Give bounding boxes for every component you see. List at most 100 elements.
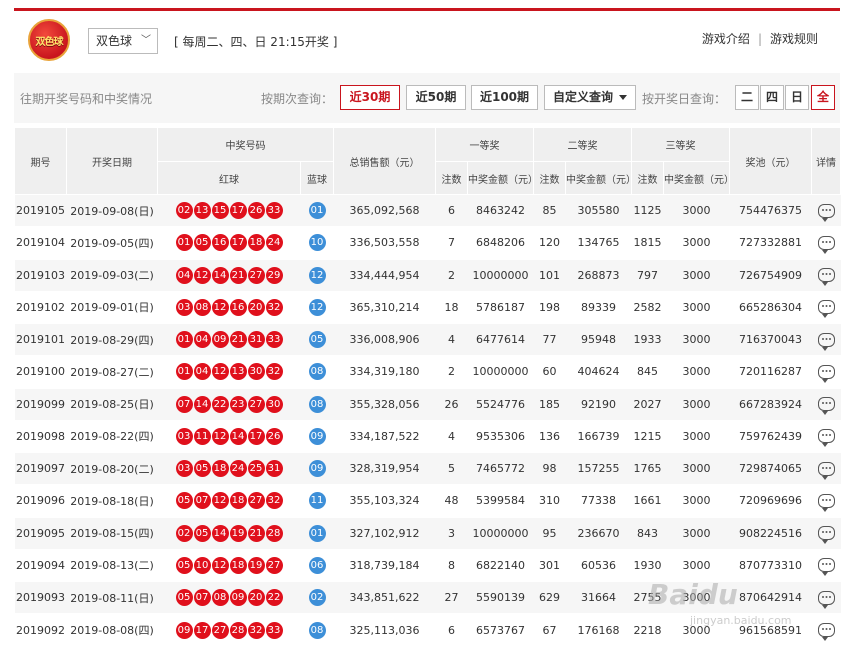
table-row: 2019101 2019-08-29(四) 01 04 09 21 31 33 05 336,00…: [14, 322, 841, 356]
speech-bubble-icon[interactable]: [817, 397, 835, 416]
date-query-label: 按开奖日查询：: [642, 92, 727, 106]
blue-ball-cell: 09: [300, 451, 334, 485]
day-all-button[interactable]: 全: [811, 85, 835, 110]
red-ball: 01: [175, 363, 193, 381]
red-ball: 17: [229, 234, 247, 252]
blue-ball-cell: 12: [300, 290, 334, 324]
third-amount-cell: 3000: [663, 258, 730, 292]
header-third-prize: 三等奖: [631, 127, 730, 162]
recent-50-button[interactable]: 近50期: [406, 85, 466, 110]
header-issue: 期号: [14, 127, 67, 195]
header-pool: 奖池（元）: [729, 127, 812, 195]
issue-cell: 2019093: [14, 580, 67, 614]
first-count-cell: 48: [435, 484, 468, 517]
blue-ball: 09: [308, 460, 326, 478]
day-tue-button[interactable]: 二: [735, 85, 759, 110]
sales-cell: 334,187,522: [333, 419, 436, 453]
second-count-cell: 77: [533, 322, 566, 356]
table-row: 2019104 2019-09-05(四) 01 05 16 17 18 24 10 336,50…: [14, 226, 841, 259]
speech-bubble-icon[interactable]: [817, 526, 835, 545]
red-ball: 33: [265, 621, 283, 639]
red-ball: 30: [247, 363, 265, 381]
speech-bubble-icon[interactable]: [817, 461, 835, 480]
first-count-cell: 6: [435, 193, 468, 227]
day-sun-button[interactable]: 日: [785, 85, 809, 110]
speech-bubble-icon[interactable]: [817, 332, 835, 351]
speech-bubble-icon[interactable]: [817, 235, 835, 254]
header-second-count: 注数: [533, 161, 566, 195]
issue-cell: 2019094: [14, 548, 67, 582]
sales-cell: 325,113,036: [333, 613, 436, 646]
recent-100-button[interactable]: 近100期: [471, 85, 538, 110]
second-count-cell: 95: [533, 516, 566, 550]
pool-cell: 720969696: [729, 484, 812, 517]
sales-cell: 328,319,954: [333, 451, 436, 485]
detail-cell: [811, 580, 841, 614]
speech-bubble-icon[interactable]: [817, 429, 835, 448]
red-balls-cell: 07 14 22 23 27 30: [157, 387, 301, 421]
third-count-cell: 1215: [631, 419, 664, 453]
red-ball: 09: [175, 621, 193, 639]
red-ball: 18: [229, 556, 247, 574]
table-row: 2019095 2019-08-15(四) 02 05 14 19 21 28 01 327,10…: [14, 516, 841, 550]
red-balls-cell: 09 17 27 28 32 33: [157, 613, 301, 646]
header-first-count: 注数: [435, 161, 468, 195]
pool-cell: 665286304: [729, 290, 812, 324]
red-ball: 18: [247, 234, 265, 252]
issue-cell: 2019098: [14, 419, 67, 453]
speech-bubble-icon[interactable]: [817, 364, 835, 383]
third-amount-cell: 3000: [663, 193, 730, 227]
red-ball: 31: [247, 331, 265, 349]
red-ball: 21: [247, 524, 265, 542]
speech-bubble-icon[interactable]: [817, 493, 835, 512]
second-count-cell: 67: [533, 613, 566, 646]
game-select-dropdown[interactable]: 双色球 ﹀: [88, 28, 158, 54]
red-ball: 31: [265, 460, 283, 478]
red-ball: 05: [175, 589, 193, 607]
red-ball: 32: [265, 492, 283, 510]
red-ball: 18: [229, 492, 247, 510]
third-amount-cell: 3000: [663, 226, 730, 259]
sales-cell: 336,503,558: [333, 226, 436, 259]
speech-bubble-icon[interactable]: [817, 590, 835, 609]
game-rules-link[interactable]: 游戏规则: [770, 32, 818, 46]
speech-bubble-icon[interactable]: [817, 300, 835, 319]
blue-ball: 10: [308, 234, 326, 252]
speech-bubble-icon[interactable]: [817, 623, 835, 642]
first-amount-cell: 6822140: [467, 548, 534, 582]
blue-ball-cell: 09: [300, 419, 334, 453]
red-ball: 07: [193, 589, 211, 607]
third-count-cell: 2027: [631, 387, 664, 421]
red-ball: 21: [229, 266, 247, 284]
day-thu-button[interactable]: 四: [760, 85, 784, 110]
sales-cell: 343,851,622: [333, 580, 436, 614]
date-cell: 2019-08-29(四): [66, 322, 158, 356]
speech-bubble-icon[interactable]: [817, 268, 835, 287]
blue-ball: 02: [308, 589, 326, 607]
sales-cell: 355,328,056: [333, 387, 436, 421]
issue-cell: 2019097: [14, 451, 67, 485]
game-intro-link[interactable]: 游戏介绍: [702, 32, 750, 46]
red-ball: 33: [265, 331, 283, 349]
detail-cell: [811, 613, 841, 646]
speech-bubble-icon[interactable]: [817, 203, 835, 222]
red-ball: 02: [175, 524, 193, 542]
third-count-cell: 845: [631, 355, 664, 388]
third-amount-cell: 3000: [663, 290, 730, 324]
results-table: 期号 开奖日期 中奖号码 总销售额（元） 一等奖 二等奖 三等奖 奖池（元） 详…: [14, 127, 841, 646]
speech-bubble-icon[interactable]: [817, 558, 835, 577]
header-bar: 双色球 双色球 ﹀ [ 每周二、四、日 21:15开奖 ] 游戏介绍 | 游戏规则: [14, 11, 840, 73]
red-ball: 26: [265, 427, 283, 445]
table-row: 2019097 2019-08-20(二) 03 05 18 24 25 31 09 328,31…: [14, 451, 841, 485]
date-cell: 2019-08-18(日): [66, 484, 158, 517]
table-row: 2019093 2019-08-11(日) 05 07 08 09 20 22 02 343,85…: [14, 580, 841, 614]
second-count-cell: 310: [533, 484, 566, 517]
table-row: 2019100 2019-08-27(二) 01 04 12 13 30 32 08 334,31…: [14, 355, 841, 388]
red-ball: 03: [175, 427, 193, 445]
recent-30-button[interactable]: 近30期: [340, 85, 400, 110]
custom-query-dropdown[interactable]: 自定义查询: [544, 85, 636, 110]
third-amount-cell: 3000: [663, 387, 730, 421]
third-amount-cell: 3000: [663, 516, 730, 550]
issue-cell: 2019099: [14, 387, 67, 421]
red-ball: 20: [247, 589, 265, 607]
